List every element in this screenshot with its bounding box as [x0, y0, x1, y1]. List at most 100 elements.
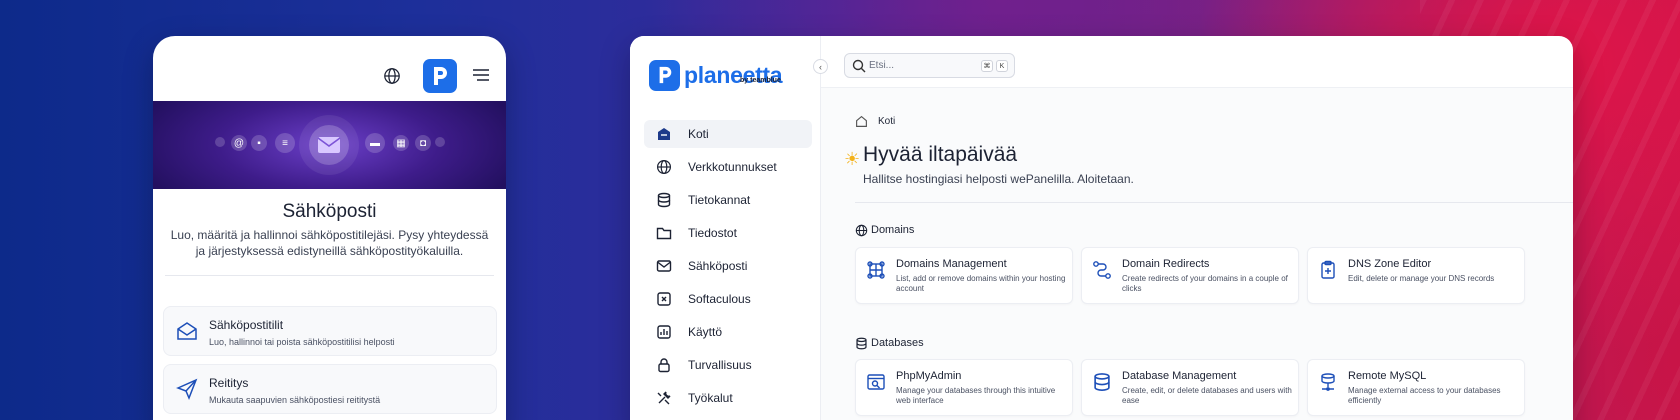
send-icon [176, 378, 198, 400]
divider [855, 202, 1573, 203]
tools-icon [655, 389, 673, 407]
globe-icon [655, 158, 673, 176]
phpmyadmin-card[interactable]: PhpMyAdmin Manage your databases through… [855, 359, 1073, 416]
at-icon: @ [231, 135, 247, 151]
small-icon [435, 137, 445, 147]
email-banner: @ ▪ ≡ ▬ ▦ ◘ [153, 101, 506, 189]
mail-icon [655, 257, 673, 275]
card-title: Database Management [1122, 370, 1237, 382]
chip-icon: ◘ [415, 135, 431, 151]
card-title: Remote MySQL [1348, 370, 1427, 382]
card-title: Domain Redirects [1122, 258, 1210, 270]
card-description: Edit, delete or manage your DNS records [1348, 274, 1495, 283]
card-description: List, add or remove domains within your … [896, 274, 1066, 293]
mobile-screen: @ ▪ ≡ ▬ ▦ ◘ Sähköposti Luo, määritä ja h… [153, 36, 506, 420]
globe-icon [855, 224, 868, 237]
search-input[interactable]: Etsi... ⌘ K [844, 53, 1015, 78]
mobile-header [153, 36, 506, 101]
sidebar-item-label: Käyttö [688, 325, 723, 339]
divider [165, 275, 494, 276]
domain-redirects-card[interactable]: Domain Redirects Create redirects of you… [1081, 247, 1299, 304]
window-search-icon [867, 374, 885, 390]
calendar-icon: ▦ [393, 135, 409, 151]
card-title: Sähköpostitilit [209, 318, 284, 332]
sidebar-item-label: Sähköposti [688, 259, 748, 273]
sidebar-item-label: Verkkotunnukset [688, 160, 777, 174]
home-icon[interactable] [855, 115, 868, 128]
remote-mysql-card[interactable]: Remote MySQL Manage external access to y… [1307, 359, 1525, 416]
page-description: Luo, määritä ja hallinnoi sähköpostitile… [170, 228, 489, 258]
database-management-card[interactable]: Database Management Create, edit, or del… [1081, 359, 1299, 416]
card-title: DNS Zone Editor [1348, 258, 1432, 270]
sidebar-item-sahkoposti[interactable]: Sähköposti [644, 252, 812, 280]
database-icon: ≡ [275, 133, 295, 153]
card-description: Luo, hallinnoi tai poista sähköpostitili… [209, 337, 395, 347]
breadcrumb-item[interactable]: Koti [878, 116, 895, 127]
top-bar: Etsi... ⌘ K [821, 36, 1573, 88]
card-description: Manage external access to your databases… [1348, 386, 1501, 405]
lock-icon [655, 356, 673, 374]
softaculous-icon [655, 290, 673, 308]
sidebar-item-tyokalut[interactable]: Työkalut [644, 384, 812, 412]
chart-icon [655, 323, 673, 341]
hamburger-menu-icon[interactable] [471, 67, 491, 83]
collapse-sidebar-button[interactable]: ‹ [813, 59, 828, 74]
domains-management-card[interactable]: Domains Management List, add or remove d… [855, 247, 1073, 304]
redirect-icon [1093, 261, 1111, 279]
database-icon [1094, 373, 1110, 391]
sidebar-item-label: Koti [688, 127, 709, 141]
greeting-title: Hyvää iltapäivää [863, 143, 1018, 166]
page-title: Sähköposti [282, 201, 377, 222]
sidebar-item-label: Softaculous [688, 292, 751, 306]
home-icon [655, 125, 673, 143]
card-description: Create redirects of your domains in a co… [1122, 274, 1288, 293]
email-accounts-card[interactable]: Sähköpostitilit Luo, hallinnoi tai poist… [163, 306, 497, 356]
clipboard-plus-icon [1321, 260, 1335, 279]
envelope-icon [309, 125, 349, 165]
database-icon [655, 191, 673, 209]
small-icon [215, 137, 225, 147]
sun-icon: ☀ [844, 149, 861, 169]
folder-icon: ▬ [365, 133, 385, 153]
sidebar-item-label: Turvallisuus [688, 358, 752, 372]
card-title: Domains Management [896, 258, 1007, 270]
card-title: PhpMyAdmin [896, 370, 962, 382]
wepanel-window: planeetta by teamblue Koti Verkkotunnuks… [630, 36, 1573, 420]
card-title: Reititys [209, 376, 249, 390]
sidebar-item-turvallisuus[interactable]: Turvallisuus [644, 351, 812, 379]
routing-card[interactable]: Reititys Mukauta saapuvien sähköpostiesi… [163, 364, 497, 414]
folder-icon [655, 224, 673, 242]
network-icon [867, 261, 885, 279]
sidebar-item-softaculous[interactable]: Softaculous [644, 285, 812, 313]
sidebar-item-tietokannat[interactable]: Tietokannat [644, 186, 812, 214]
planeetta-logo-icon [649, 59, 680, 91]
main-content: Koti ☀ Hyvää iltapäivää Hallitse hosting… [821, 88, 1573, 420]
card-description: Mukauta saapuvien sähköpostiesi reititys… [209, 395, 381, 405]
section-title-databases: Databases [871, 337, 924, 349]
dns-zone-editor-card[interactable]: DNS Zone Editor Edit, delete or manage y… [1307, 247, 1525, 304]
sidebar-item-label: Työkalut [688, 391, 733, 405]
breadcrumb: Koti [855, 115, 895, 128]
shortcut-key-cmd: ⌘ [981, 60, 993, 72]
search-placeholder: Etsi... [869, 60, 895, 71]
section-title-domains: Domains [871, 224, 915, 236]
brand-byline: by teamblue [740, 77, 781, 84]
sidebar-item-tiedostot[interactable]: Tiedostot [644, 219, 812, 247]
sidebar-item-koti[interactable]: Koti [644, 120, 812, 148]
search-icon [852, 59, 866, 73]
sidebar: planeetta by teamblue Koti Verkkotunnuks… [630, 36, 821, 420]
sidebar-item-kaytto[interactable]: Käyttö [644, 318, 812, 346]
sidebar-item-verkkotunnukset[interactable]: Verkkotunnukset [644, 153, 812, 181]
lock-icon: ▪ [251, 135, 267, 151]
card-description: Manage your databases through this intui… [896, 386, 1056, 405]
envelope-open-icon [177, 322, 197, 340]
planeetta-logo[interactable]: planeetta [649, 59, 783, 91]
globe-icon[interactable] [383, 67, 401, 85]
database-icon [856, 337, 867, 350]
server-icon [1321, 373, 1335, 391]
sidebar-item-label: Tiedostot [688, 226, 737, 240]
shortcut-key-k: K [996, 60, 1008, 72]
card-description: Create, edit, or delete databases and us… [1122, 386, 1292, 405]
greeting-subtitle: Hallitse hostingiasi helposti wePanelill… [863, 172, 1134, 186]
planeetta-logo-icon[interactable] [423, 59, 457, 93]
